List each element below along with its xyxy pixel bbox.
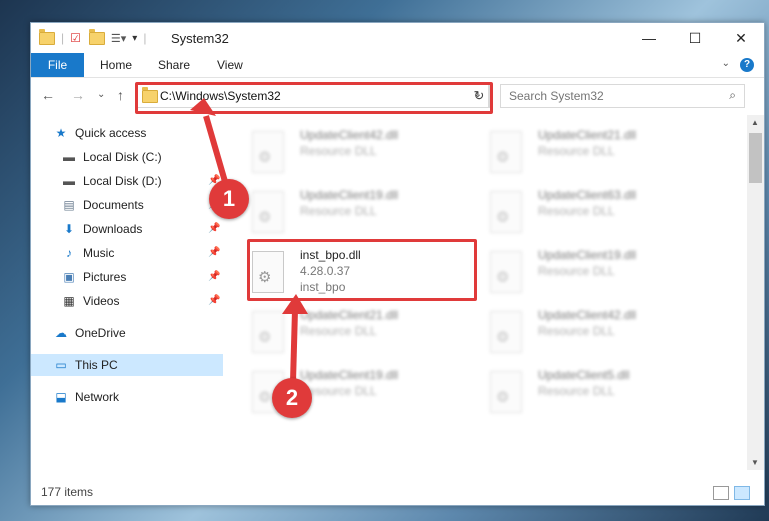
arrow-1-head xyxy=(190,98,216,116)
step-2-badge: 2 xyxy=(272,378,312,418)
arrow-2-head xyxy=(282,294,308,314)
arrow-2-shaft xyxy=(290,309,298,383)
annotation-arrows xyxy=(190,98,308,383)
arrow-1-shaft xyxy=(203,115,229,186)
